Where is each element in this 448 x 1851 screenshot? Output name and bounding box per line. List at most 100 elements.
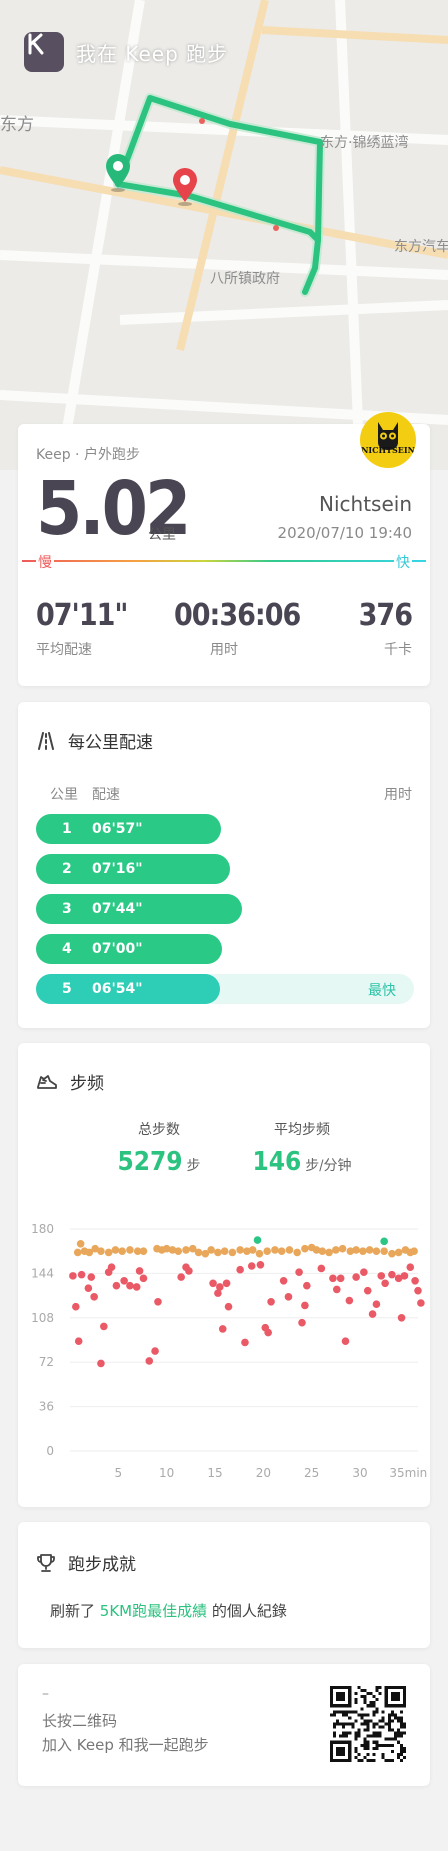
cadence-point-low: [100, 1322, 108, 1331]
brand-header: 我在 Keep 跑步: [24, 32, 228, 72]
cadence-point-low: [336, 1274, 345, 1283]
cadence-point-normal: [277, 1247, 286, 1255]
cadence-point-low: [345, 1296, 354, 1305]
cadence-point-low: [72, 1302, 80, 1311]
cadence-point-low: [247, 1262, 256, 1270]
cadence-point-normal: [332, 1246, 340, 1254]
cadence-point-normal: [388, 1249, 396, 1258]
cadence-point-low: [69, 1272, 77, 1280]
cadence-point-low: [126, 1281, 134, 1290]
cadence-point-low: [77, 1270, 86, 1279]
cadence-point-normal: [263, 1247, 271, 1255]
cadence-point-normal: [325, 1248, 333, 1257]
cadence-point-normal: [104, 1248, 113, 1257]
y-tick-label: 0: [46, 1444, 54, 1458]
cadence-point-low: [267, 1297, 275, 1306]
pace-gradient-bar: [22, 560, 426, 562]
cadence-point-low: [381, 1279, 389, 1288]
avg-cadence-value: 146: [252, 1147, 302, 1177]
cadence-point-low: [120, 1277, 128, 1285]
split-km: 5: [62, 981, 72, 997]
achievement-text: 刷新了 5KM跑最佳成績 的個人紀錄: [50, 1600, 287, 1621]
cadence-point-low: [90, 1293, 98, 1301]
cadence-point-low: [295, 1268, 303, 1276]
split-pace: 06'54": [92, 981, 143, 997]
avg-cadence-stat: 平均步频 146 步/分钟: [242, 1119, 362, 1177]
y-tick-label: 72: [39, 1355, 54, 1369]
avg-pace-value: 07'11": [36, 598, 128, 633]
achievement-highlight[interactable]: 5KM跑最佳成績: [100, 1602, 207, 1620]
cadence-point-normal: [214, 1248, 222, 1257]
cadence-point-normal: [285, 1246, 294, 1254]
total-steps-unit: 步: [186, 1158, 201, 1174]
cadence-point-normal: [365, 1246, 374, 1254]
keep-logo-icon: [24, 32, 64, 72]
cadence-point-low: [87, 1273, 96, 1281]
cadence-point-low: [352, 1273, 360, 1281]
cadence-point-low: [151, 1347, 159, 1355]
cadence-point-low: [139, 1274, 148, 1283]
qr-code[interactable]: [330, 1686, 406, 1762]
cadence-point-low: [145, 1357, 154, 1365]
col-pace: 配速: [92, 787, 120, 803]
cadence-point-low: [400, 1272, 409, 1280]
cadence-point-normal: [352, 1246, 360, 1254]
calories-value: 376: [358, 598, 413, 633]
cadence-point-normal: [139, 1247, 148, 1255]
splits-title: 每公里配速: [68, 733, 153, 753]
cadence-point-normal: [394, 1248, 403, 1257]
cadence-point-low: [177, 1273, 185, 1281]
road-icon: [36, 731, 56, 750]
avatar-text: NICHTSEIN: [361, 445, 415, 455]
cadence-point-low: [411, 1277, 419, 1285]
cadence-point-normal: [228, 1248, 237, 1257]
avg-cadence-unit: 步/分钟: [305, 1158, 352, 1174]
avg-cadence-label: 平均步频: [274, 1122, 330, 1138]
owl-icon: [378, 422, 398, 450]
route-map[interactable]: 东方 东方·锦绣蓝湾 东方汽车 八所镇政府 我在 Keep 跑步: [0, 0, 448, 470]
cadence-point-normal: [380, 1247, 388, 1255]
km-splits-card: 每公里配速 公里 配速 用时 1 06'57" 2 07'16" 3 07'44" 4 07'…: [18, 702, 430, 1028]
avatar[interactable]: NICHTSEIN: [360, 412, 416, 468]
split-km: 3: [62, 901, 72, 917]
cadence-point-low: [368, 1310, 377, 1318]
x-tick-label: 20: [256, 1466, 271, 1480]
fastest-tag: 最快: [368, 983, 396, 999]
cadence-point-normal: [220, 1247, 229, 1255]
cadence-point-normal: [126, 1246, 134, 1254]
col-km: 公里: [50, 787, 78, 803]
cadence-point-low: [406, 1263, 415, 1272]
split-row: 4 07'00": [36, 934, 414, 964]
y-tick-label: 144: [31, 1266, 54, 1280]
cadence-point-normal: [73, 1248, 82, 1257]
run-datetime: 2020/07/10 19:40: [277, 524, 412, 542]
cadence-point-low: [341, 1337, 350, 1346]
cadence-point-normal: [194, 1248, 203, 1257]
cadence-point-normal: [359, 1247, 367, 1255]
cadence-point-low: [107, 1263, 116, 1272]
fast-label: 快: [394, 552, 412, 572]
cadence-point-low: [74, 1337, 83, 1346]
split-km: 2: [62, 861, 72, 877]
cadence-point-high: [380, 1237, 388, 1246]
cadence-point-normal: [111, 1246, 120, 1254]
split-km: 4: [62, 941, 72, 957]
achievement-header: 跑步成就: [36, 1550, 136, 1575]
x-tick-label: 5: [115, 1466, 123, 1480]
app-title: 我在 Keep 跑步: [76, 41, 229, 66]
share-dash: –: [42, 1686, 49, 1702]
split-pace: 07'44": [92, 901, 143, 917]
cadence-point-normal: [97, 1247, 105, 1255]
cadence-point-low: [84, 1284, 93, 1292]
split-pace: 07'00": [92, 941, 143, 957]
achievement-post: 的個人紀錄: [207, 1602, 287, 1620]
cadence-point-normal: [318, 1247, 327, 1255]
shoe-icon: [36, 1073, 58, 1091]
cadence-point-low: [303, 1281, 311, 1290]
trophy-icon: [36, 1553, 56, 1573]
y-tick-label: 180: [31, 1222, 54, 1236]
split-pace: 07'16": [92, 861, 143, 877]
run-summary-card: Keep · 户外跑步 NICHTSEIN 5.02 公里 Nichtsein …: [18, 412, 430, 686]
splits-header: 每公里配速: [36, 728, 153, 753]
cadence-point-low: [135, 1267, 144, 1275]
